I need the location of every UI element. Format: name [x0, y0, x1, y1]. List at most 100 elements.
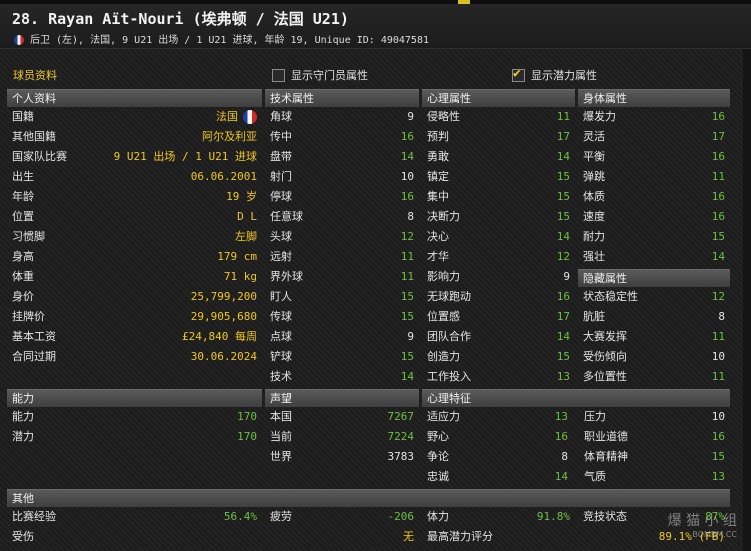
- reputation-panel: 声望 本国 7267 当前 7224 世界 3783: [265, 389, 419, 467]
- attribute-value: 17: [711, 130, 725, 143]
- attribute-label: 头球: [270, 230, 292, 243]
- attribute-label: 勇敢: [427, 150, 449, 163]
- potential-attributes-label: 显示潜力属性: [531, 69, 597, 82]
- attribute-row: 传中 16: [265, 127, 419, 147]
- value-wrap: 15: [557, 167, 570, 187]
- other-cell: 比赛经验 56.4%: [7, 507, 262, 527]
- value-wrap: 16: [712, 107, 725, 127]
- attribute-row: 强壮 14: [578, 247, 730, 267]
- attribute-label: 灵活: [583, 130, 605, 143]
- attribute-label: 技术: [270, 370, 292, 383]
- other-cell: 体力 91.8%: [422, 507, 575, 527]
- value-wrap: 15: [712, 447, 725, 467]
- attribute-label: 位置感: [427, 310, 460, 323]
- attribute-row: 本国 7267: [265, 407, 419, 427]
- subtitle-text: 后卫 (左), 法国, 9 U21 出场 / 1 U21 进球, 年龄 19, …: [30, 35, 429, 46]
- attribute-row: 平衡 16: [578, 147, 730, 167]
- attribute-label: 才华: [427, 250, 449, 263]
- attribute-value: 16: [711, 190, 725, 203]
- scrollbar[interactable]: [743, 49, 751, 551]
- attribute-value: 10: [711, 350, 725, 363]
- attribute-value: 25,799,200: [190, 290, 257, 303]
- attribute-row: 体质 16: [578, 187, 730, 207]
- attribute-row: 团队合作 14: [422, 327, 575, 347]
- attribute-label: 受伤: [12, 530, 34, 543]
- watermark: 爆 猫 小 组 BOMBM.CC: [668, 510, 737, 539]
- physical-attributes-panel: 身体属性 爆发力 16 灵活 17 平衡 16 弹跳 11 体质 16 速度 16 耐力 15 强壮 14: [578, 89, 730, 267]
- value-wrap: 170: [237, 407, 257, 427]
- attribute-label: 习惯脚: [12, 230, 45, 243]
- attribute-label: 大赛发挥: [583, 330, 627, 343]
- gk-attributes-toggle[interactable]: 显示守门员属性: [272, 67, 368, 83]
- attribute-label: 国籍: [12, 110, 34, 123]
- attribute-label: 体质: [583, 190, 605, 203]
- attribute-row: 停球 16: [265, 187, 419, 207]
- watermark-sub: BOMBM.CC: [692, 530, 737, 539]
- attribute-row: 受伤倾向 10: [578, 347, 730, 367]
- value-wrap: 9 U21 出场 / 1 U21 进球: [114, 147, 257, 167]
- gk-attributes-label: 显示守门员属性: [291, 69, 368, 82]
- attribute-value: 13: [556, 370, 570, 383]
- value-wrap: 11: [401, 267, 414, 287]
- value-wrap: 14: [557, 327, 570, 347]
- value-wrap: 16: [555, 427, 568, 447]
- value-wrap: 15: [557, 207, 570, 227]
- attribute-value: 13: [554, 410, 568, 423]
- value-wrap: 8: [718, 307, 725, 327]
- other-panel: 其他 比赛经验 56.4% 疲劳 -206 体力 91.8% 竞技状态 87% 受伤无最高潜力评分…: [7, 489, 730, 547]
- value-wrap: 15: [712, 227, 725, 247]
- attribute-label: 任意球: [270, 210, 303, 223]
- attribute-value: 16: [556, 290, 570, 303]
- attribute-value: 15: [556, 170, 570, 183]
- attribute-row: 才华 12: [422, 247, 575, 267]
- attribute-value: 15: [400, 290, 414, 303]
- attribute-row: 忠诚 14: [422, 467, 573, 487]
- player-title: 28. Rayan Aït-Nouri (埃弗顿 / 法国 U21): [12, 10, 349, 28]
- gk-attributes-checkbox[interactable]: [272, 68, 285, 82]
- attribute-value: 15: [556, 350, 570, 363]
- attribute-label: 气质: [584, 470, 606, 483]
- mental-attributes-panel: 心理属性 侵略性 11 预判 17 勇敢 14 镇定 15 集中 15 决断力 15 决心 14 才华 12 影响…: [422, 89, 575, 387]
- other-row: 受伤无最高潜力评分 89.1% (FB): [7, 527, 730, 547]
- attribute-row: 勇敢 14: [422, 147, 575, 167]
- attribute-label: 适应力: [427, 410, 460, 423]
- attribute-row: 速度 16: [578, 207, 730, 227]
- attribute-value: 29,905,680: [190, 310, 257, 323]
- attribute-value: 10: [400, 170, 414, 183]
- attribute-row: 多位置性 11: [578, 367, 730, 387]
- attribute-value: 9: [407, 110, 414, 123]
- section-label: 球员资料: [13, 69, 57, 82]
- attribute-value: 13: [711, 470, 725, 483]
- value-wrap: 15: [557, 347, 570, 367]
- potential-attributes-toggle[interactable]: 显示潜力属性: [512, 66, 597, 83]
- attribute-row: 比赛经验 56.4%: [7, 507, 262, 527]
- attribute-value: 14: [556, 150, 570, 163]
- value-wrap: £24,840 每周: [182, 327, 257, 347]
- attribute-value: 11: [711, 170, 725, 183]
- attribute-label: 团队合作: [427, 330, 471, 343]
- attribute-value: 16: [711, 150, 725, 163]
- attribute-label: 肮脏: [583, 310, 605, 323]
- attribute-value: 14: [556, 230, 570, 243]
- value-wrap: 14: [401, 367, 414, 387]
- panel-header: 隐藏属性: [578, 269, 730, 287]
- attribute-row: 出生 06.06.2001: [7, 167, 262, 187]
- attribute-value: 7267: [387, 410, 415, 423]
- attribute-row: 体重 71 kg: [7, 267, 262, 287]
- potential-attributes-checkbox[interactable]: [512, 66, 525, 82]
- value-wrap: 7267: [388, 407, 415, 427]
- attribute-label: 位置: [12, 210, 34, 223]
- attribute-row: 受伤: [7, 527, 262, 547]
- attribute-value: 14: [400, 370, 414, 383]
- attribute-label: 竞技状态: [583, 510, 627, 523]
- value-wrap: 11: [712, 167, 725, 187]
- options-bar: 球员资料 显示守门员属性 显示潜力属性: [6, 61, 743, 85]
- attribute-row: 远射 11: [265, 247, 419, 267]
- mental-traits-panel: 心理特征 适应力 13 野心 16 争论 8 忠诚 14 压力 10 职业道德 16 体育精神 15 气质 13: [422, 389, 730, 487]
- attribute-row: 最高潜力评分: [422, 527, 575, 547]
- value-wrap: 16: [712, 207, 725, 227]
- attribute-row: 头球 12: [265, 227, 419, 247]
- attribute-value: 11: [400, 270, 414, 283]
- attribute-label: 盘带: [270, 150, 292, 163]
- attribute-value: 3783: [387, 450, 415, 463]
